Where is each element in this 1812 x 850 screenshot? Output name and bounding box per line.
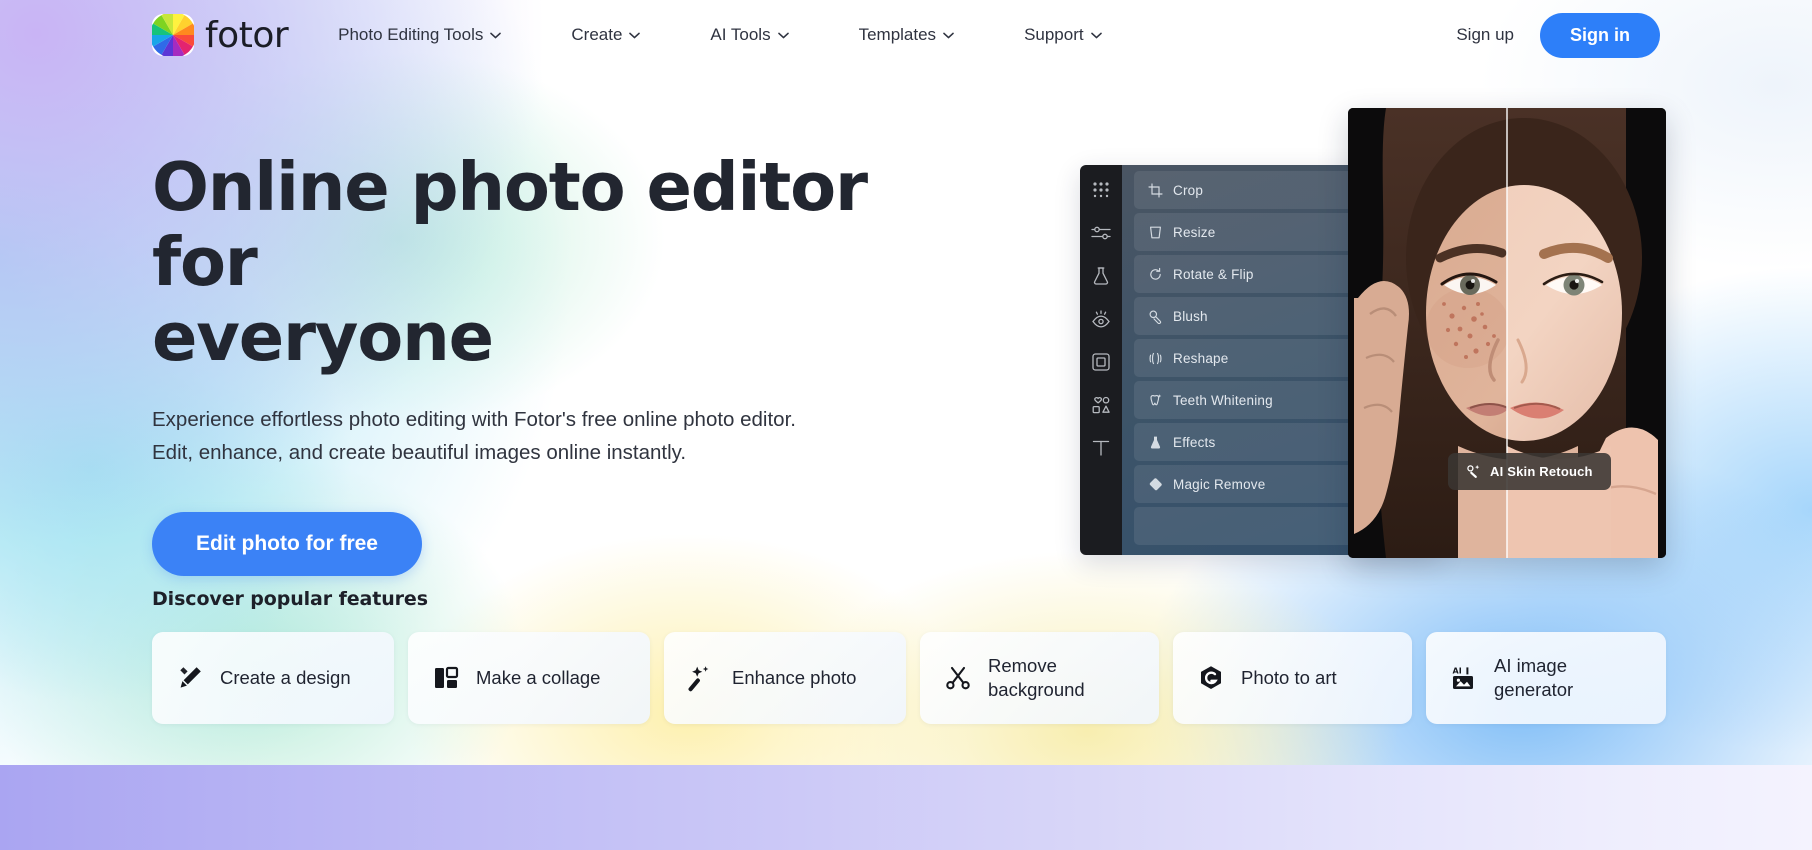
feature-label: Make a collage (476, 666, 601, 688)
feature-card-row: Create a design Make a collage Enhance p… (152, 632, 1666, 724)
bottom-color-band (0, 765, 1812, 850)
feature-label: Create a design (220, 666, 351, 688)
beauty-flask-icon[interactable] (1090, 265, 1112, 287)
teeth-icon (1148, 393, 1163, 408)
chevron-down-icon (629, 32, 641, 39)
crop-icon (1148, 182, 1163, 198)
brand-name: fotor (205, 15, 289, 56)
grid-dots-icon[interactable] (1090, 179, 1112, 201)
fotor-color-wheel-logo-icon (152, 14, 194, 56)
ai-skin-retouch-chip[interactable]: AI Skin Retouch (1448, 453, 1611, 490)
nav-item-templates[interactable]: Templates (859, 17, 954, 53)
feature-label: Enhance photo (732, 666, 857, 688)
hero-title-line-1: Online photo editor for (152, 148, 868, 302)
hero-title-line-2: everyone (152, 298, 494, 377)
page-title: Online photo editor for everyone (152, 148, 912, 377)
feature-label: Photo to art (1241, 666, 1337, 688)
nav-item-photo-editing-tools[interactable]: Photo Editing Tools (338, 17, 502, 53)
ai-skin-retouch-label: AI Skin Retouch (1490, 464, 1593, 479)
nav-label: Photo Editing Tools (338, 25, 484, 44)
rotate-icon (1148, 267, 1163, 282)
edit-photo-for-free-button[interactable]: Edit photo for free (152, 511, 422, 576)
ai-sparkle-wand-icon (1466, 464, 1481, 479)
hexagon-g-icon (1197, 664, 1225, 692)
resize-icon (1148, 225, 1163, 240)
tool-label: Reshape (1173, 350, 1229, 366)
feature-card-photo-to-art[interactable]: Photo to art (1173, 632, 1412, 724)
nav-label: Support (1024, 25, 1084, 44)
chevron-down-icon (490, 32, 502, 39)
tool-label: Teeth Whitening (1173, 392, 1273, 408)
tool-label: Effects (1173, 434, 1216, 450)
ai-image-icon: AI (1450, 664, 1478, 692)
svg-text:AI: AI (1453, 667, 1462, 676)
nav-label: Create (571, 25, 623, 44)
main-nav: Photo Editing Tools Create AI Tools Temp… (338, 17, 1102, 53)
hero-subtitle-line-2: Edit, enhance, and create beautiful imag… (152, 441, 687, 465)
feature-card-enhance-photo[interactable]: Enhance photo (664, 632, 906, 724)
frame-square-icon[interactable] (1090, 351, 1112, 373)
hero-section: Online photo editor for everyone Experie… (152, 148, 912, 576)
sign-in-button[interactable]: Sign in (1540, 12, 1660, 58)
feature-card-create-a-design[interactable]: Create a design (152, 632, 394, 724)
feature-card-ai-image-generator[interactable]: AI AI image generator (1426, 632, 1666, 724)
chevron-down-icon (1090, 32, 1102, 39)
tool-label: Blush (1173, 308, 1208, 324)
chevron-down-icon (777, 32, 789, 39)
nav-item-ai-tools[interactable]: AI Tools (710, 17, 789, 53)
tool-label: Crop (1173, 182, 1204, 198)
brand-logo[interactable]: fotor (152, 14, 289, 56)
blush-icon (1148, 309, 1163, 324)
tool-label: Rotate & Flip (1173, 266, 1254, 282)
collage-grid-icon (432, 664, 460, 692)
magic-eraser-icon (1148, 477, 1163, 492)
site-header: fotor Photo Editing Tools Create AI Tool… (0, 0, 1812, 70)
tool-label: Resize (1173, 224, 1216, 240)
feature-label: Remove background (988, 654, 1085, 700)
page-root: fotor Photo Editing Tools Create AI Tool… (0, 0, 1812, 850)
feature-card-make-a-collage[interactable]: Make a collage (408, 632, 650, 724)
pencil-cross-icon (176, 664, 204, 692)
sign-up-link[interactable]: Sign up (1452, 19, 1518, 51)
nav-item-support[interactable]: Support (1024, 17, 1102, 53)
nav-label: Templates (858, 25, 937, 44)
chevron-down-icon (943, 32, 954, 39)
effects-icon (1148, 435, 1163, 450)
hero-subtitle: Experience effortless photo editing with… (152, 403, 912, 469)
text-tool-icon[interactable] (1090, 437, 1112, 459)
nav-label: AI Tools (710, 25, 771, 44)
header-actions: Sign up Sign in (1452, 12, 1660, 58)
feature-card-remove-background[interactable]: Remove background (920, 632, 1159, 724)
magic-wand-icon (688, 664, 716, 692)
shapes-sticker-icon[interactable] (1090, 394, 1112, 416)
features-section-title: Discover popular features (152, 588, 428, 610)
hero-subtitle-line-1: Experience effortless photo editing with… (152, 408, 796, 432)
feature-label: AI image generator (1494, 654, 1574, 700)
reshape-icon (1148, 351, 1163, 366)
tool-label: Magic Remove (1173, 476, 1266, 492)
popular-features-section: Discover popular features Create a desig… (152, 588, 1666, 724)
adjust-sliders-icon[interactable] (1090, 222, 1112, 244)
nav-item-create[interactable]: Create (571, 17, 641, 53)
before-after-portrait-image (1348, 108, 1666, 558)
eye-retouch-icon[interactable] (1090, 308, 1112, 330)
scissors-icon (944, 664, 972, 692)
editor-tool-rail (1080, 165, 1122, 555)
